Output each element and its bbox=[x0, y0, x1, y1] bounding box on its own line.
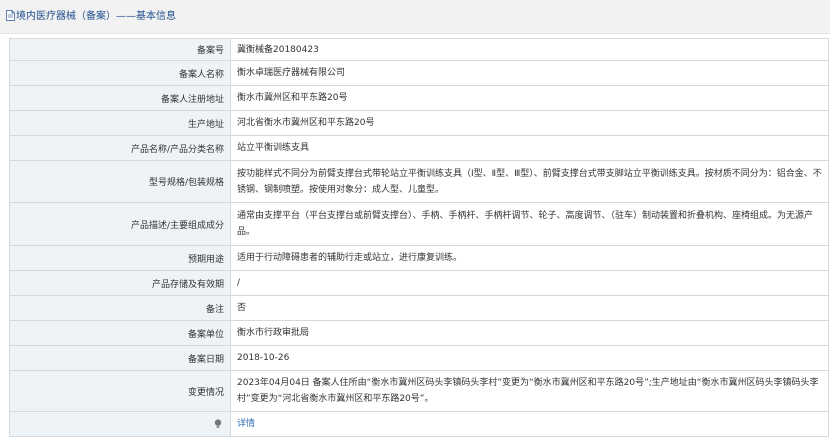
row-label: 备案单位 bbox=[9, 320, 231, 346]
row-value: 衡水市冀州区和平东路20号 bbox=[230, 85, 829, 111]
row-label: 型号规格/包装规格 bbox=[9, 160, 231, 203]
row-label: 备注 bbox=[9, 295, 231, 321]
row-label: 产品存储及有效期 bbox=[9, 270, 231, 296]
row-value: 冀衡械备20180423 bbox=[230, 38, 829, 61]
row-label: 产品描述/主要组成成分 bbox=[9, 202, 231, 246]
row-value: / bbox=[230, 270, 829, 296]
table-row-production-address: 生产地址 河北省衡水市冀州区和平东路20号 bbox=[9, 110, 829, 136]
table-row-change-history: 变更情况 2023年04月04日 备案人住所由“衡水市冀州区码头李镇码头李村”变… bbox=[9, 370, 829, 412]
table-row-storage: 产品存储及有效期 / bbox=[9, 270, 829, 296]
row-value: 站立平衡训练支具 bbox=[230, 135, 829, 161]
row-label: 备案人注册地址 bbox=[9, 85, 231, 111]
row-value: 河北省衡水市冀州区和平东路20号 bbox=[230, 110, 829, 136]
row-value: 按功能样式不同分为前臂支撑台式带轮站立平衡训练支具（Ⅰ型、Ⅱ型、Ⅲ型）、前臂支撑… bbox=[230, 160, 829, 203]
document-icon bbox=[6, 10, 15, 21]
row-label: 备案人名称 bbox=[9, 60, 231, 86]
detail-table: 备案号 冀衡械备20180423 备案人名称 衡水卓瑞医疗器械有限公司 备案人注… bbox=[9, 38, 829, 437]
table-row-details: 详情 bbox=[9, 411, 829, 437]
row-label: 变更情况 bbox=[9, 370, 231, 412]
table-row-registrant-name: 备案人名称 衡水卓瑞医疗器械有限公司 bbox=[9, 60, 829, 86]
page-header: 境内医疗器械（备案）——基本信息 bbox=[0, 0, 830, 34]
lightbulb-icon bbox=[214, 418, 222, 428]
table-row-remarks: 备注 否 bbox=[9, 295, 829, 321]
table-row-filing-unit: 备案单位 衡水市行政审批局 bbox=[9, 320, 829, 346]
table-row-filing-date: 备案日期 2018-10-26 bbox=[9, 345, 829, 371]
row-label bbox=[9, 411, 231, 437]
table-row-model-spec: 型号规格/包装规格 按功能样式不同分为前臂支撑台式带轮站立平衡训练支具（Ⅰ型、Ⅱ… bbox=[9, 160, 829, 203]
row-label: 产品名称/产品分类名称 bbox=[9, 135, 231, 161]
row-value: 衡水市行政审批局 bbox=[230, 320, 829, 346]
row-value: 2023年04月04日 备案人住所由“衡水市冀州区码头李镇码头李村”变更为“衡水… bbox=[230, 370, 829, 412]
page-title: 境内医疗器械（备案）——基本信息 bbox=[16, 11, 176, 22]
row-label: 预期用途 bbox=[9, 245, 231, 271]
table-row-product-name: 产品名称/产品分类名称 站立平衡训练支具 bbox=[9, 135, 829, 161]
row-label: 生产地址 bbox=[9, 110, 231, 136]
table-row-product-description: 产品描述/主要组成成分 通常由支撑平台（平台支撑台或前臂支撑台）、手柄、手柄杆、… bbox=[9, 202, 829, 246]
table-row-record-no: 备案号 冀衡械备20180423 bbox=[9, 38, 829, 61]
row-value: 衡水卓瑞医疗器械有限公司 bbox=[230, 60, 829, 86]
row-value: 2018-10-26 bbox=[230, 345, 829, 371]
row-label: 备案日期 bbox=[9, 345, 231, 371]
row-label: 备案号 bbox=[9, 38, 231, 61]
row-value: 否 bbox=[230, 295, 829, 321]
table-row-registrant-address: 备案人注册地址 衡水市冀州区和平东路20号 bbox=[9, 85, 829, 111]
row-value: 通常由支撑平台（平台支撑台或前臂支撑台）、手柄、手柄杆、手柄杆调节、轮子、高度调… bbox=[230, 202, 829, 246]
row-value: 详情 bbox=[230, 411, 829, 437]
row-value: 适用于行动障碍患者的辅助行走或站立，进行康复训练。 bbox=[230, 245, 829, 271]
table-row-intended-use: 预期用途 适用于行动障碍患者的辅助行走或站立，进行康复训练。 bbox=[9, 245, 829, 271]
